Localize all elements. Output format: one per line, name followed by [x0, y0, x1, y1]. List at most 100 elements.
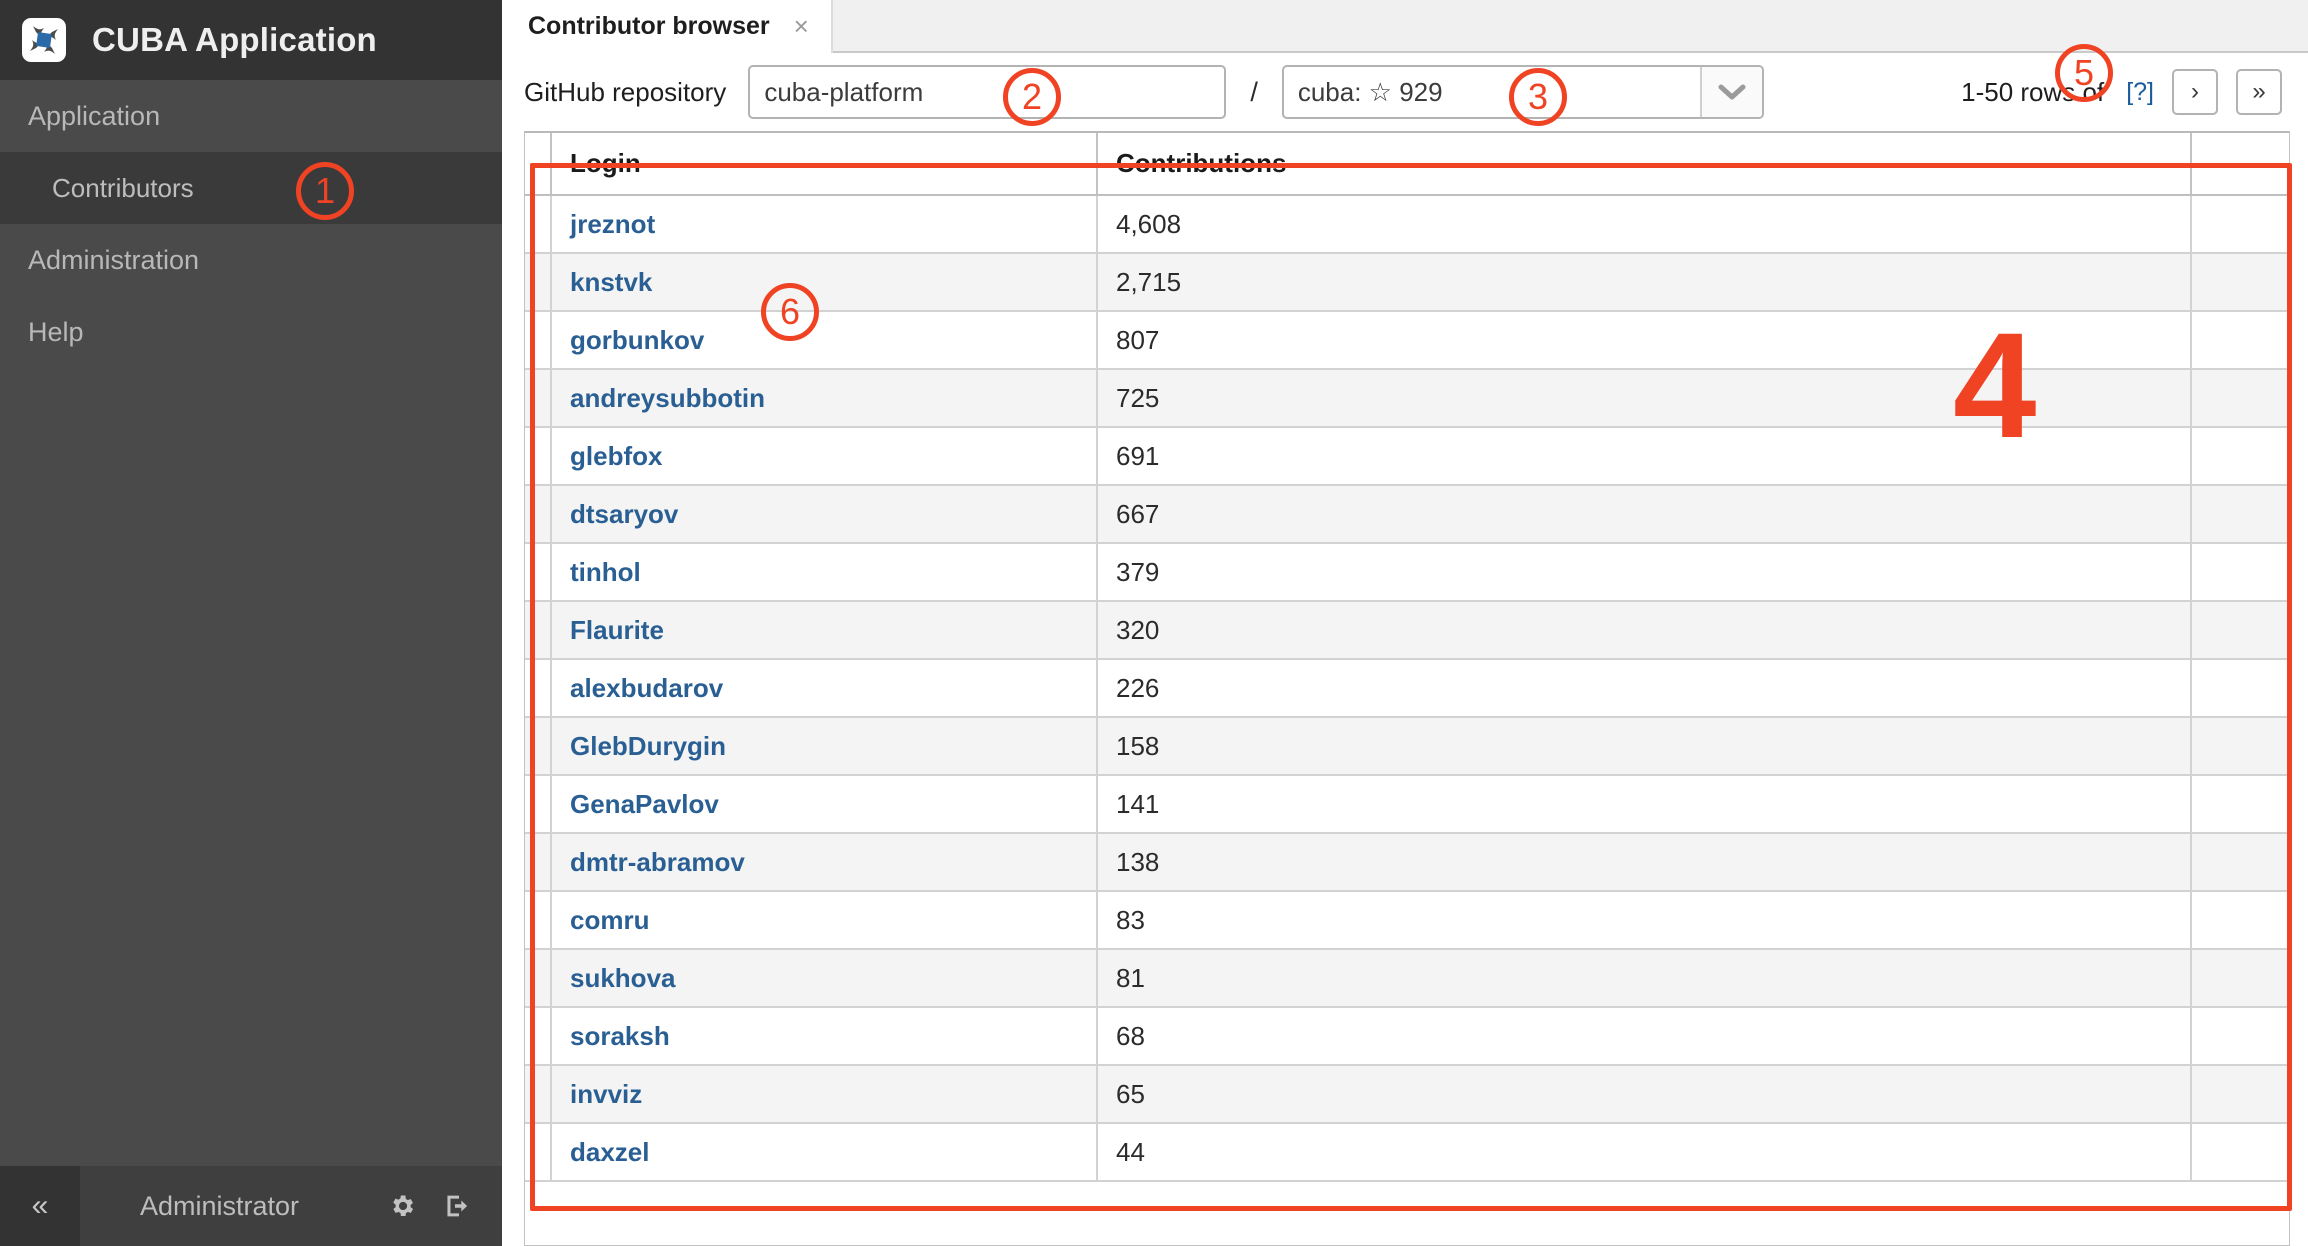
login-link[interactable]: knstvk: [570, 267, 652, 297]
login-link[interactable]: GlebDurygin: [570, 731, 726, 761]
row-marker-cell: [525, 601, 551, 659]
cell-spacer: [2191, 195, 2289, 253]
cell-spacer: [2191, 1065, 2289, 1123]
cell-contributions: 667: [1097, 485, 2191, 543]
table-row[interactable]: alexbudarov226: [525, 659, 2289, 717]
login-link[interactable]: soraksh: [570, 1021, 670, 1051]
login-link[interactable]: glebfox: [570, 441, 662, 471]
cell-spacer: [2191, 949, 2289, 1007]
chevron-double-left-icon[interactable]: «: [0, 1166, 80, 1246]
cell-contributions: 158: [1097, 717, 2191, 775]
login-link[interactable]: Flaurite: [570, 615, 664, 645]
sidebar: CUBA Application Application Contributor…: [0, 0, 502, 1246]
cell-contributions: 138: [1097, 833, 2191, 891]
table-header-row: Login Contributions: [525, 133, 2289, 195]
owner-input[interactable]: [748, 65, 1226, 119]
sidebar-item-help[interactable]: Help: [0, 296, 502, 368]
login-link[interactable]: jreznot: [570, 209, 655, 239]
row-marker-cell: [525, 1123, 551, 1181]
table-row[interactable]: Flaurite 320: [525, 601, 2289, 659]
row-marker-cell: [525, 253, 551, 311]
sidebar-menu: Application Contributors Administration …: [0, 80, 502, 1166]
sidebar-item-label: Administration: [28, 245, 199, 276]
cell-contributions: 691: [1097, 427, 2191, 485]
cell-contributions: 4,608: [1097, 195, 2191, 253]
table-row[interactable]: GenaPavlov 141: [525, 775, 2289, 833]
table-row[interactable]: sukhova 81: [525, 949, 2289, 1007]
cell-contributions: 81: [1097, 949, 2191, 1007]
row-marker-cell: [525, 717, 551, 775]
login-link[interactable]: andreysubbotin: [570, 383, 765, 413]
cell-spacer: [2191, 1123, 2289, 1181]
logout-icon[interactable]: [444, 1192, 474, 1220]
total-rows-link[interactable]: [?]: [2126, 78, 2154, 107]
login-link[interactable]: invviz: [570, 1079, 642, 1109]
repo-combobox[interactable]: cuba: ☆ 929: [1282, 65, 1764, 119]
table-row[interactable]: andreysubbotin725: [525, 369, 2289, 427]
chevron-down-icon[interactable]: [1700, 67, 1762, 117]
cell-login: sukhova: [551, 949, 1097, 1007]
login-link[interactable]: tinhol: [570, 557, 641, 587]
table-row[interactable]: dtsaryov 667: [525, 485, 2289, 543]
table-row[interactable]: soraksh 68: [525, 1007, 2289, 1065]
login-link[interactable]: gorbunkov: [570, 325, 704, 355]
table-row[interactable]: comru 83: [525, 891, 2289, 949]
row-marker-cell: [525, 427, 551, 485]
login-link[interactable]: dmtr-abramov: [570, 847, 745, 877]
column-header-login[interactable]: Login: [551, 133, 1097, 195]
cell-contributions: 83: [1097, 891, 2191, 949]
table-row[interactable]: tinhol379: [525, 543, 2289, 601]
table-body: jreznot4,608knstvk2,715gorbunkov807andre…: [525, 195, 2289, 1181]
close-icon[interactable]: ×: [794, 11, 809, 42]
main-area: Contributor browser × GitHub repository …: [502, 0, 2308, 1246]
table-row[interactable]: GlebDurygin 158: [525, 717, 2289, 775]
row-marker-cell: [525, 949, 551, 1007]
cell-spacer: [2191, 775, 2289, 833]
cell-spacer: [2191, 1007, 2289, 1065]
login-link[interactable]: dtsaryov: [570, 499, 678, 529]
row-marker-cell: [525, 485, 551, 543]
login-link[interactable]: comru: [570, 905, 649, 935]
cell-login: gorbunkov: [551, 311, 1097, 369]
tab-bar: Contributor browser ×: [502, 0, 2308, 53]
cell-contributions: 65: [1097, 1065, 2191, 1123]
cell-login: invviz: [551, 1065, 1097, 1123]
table-row[interactable]: gorbunkov807: [525, 311, 2289, 369]
login-link[interactable]: sukhova: [570, 963, 676, 993]
cell-login: jreznot: [551, 195, 1097, 253]
column-header-contributions[interactable]: Contributions: [1097, 133, 2191, 195]
cell-spacer: [2191, 543, 2289, 601]
login-link[interactable]: daxzel: [570, 1137, 650, 1167]
cell-contributions: 141: [1097, 775, 2191, 833]
cell-login: dmtr-abramov: [551, 833, 1097, 891]
login-link[interactable]: GenaPavlov: [570, 789, 719, 819]
sidebar-item-application[interactable]: Application: [0, 80, 502, 152]
table-row[interactable]: glebfox 691: [525, 427, 2289, 485]
cell-login: andreysubbotin: [551, 369, 1097, 427]
current-user-label: Administrator: [140, 1191, 299, 1222]
cell-login: dtsaryov: [551, 485, 1097, 543]
last-page-button[interactable]: »: [2236, 69, 2282, 115]
tab-label: Contributor browser: [528, 12, 770, 41]
table-row[interactable]: dmtr-abramov 138: [525, 833, 2289, 891]
cell-spacer: [2191, 717, 2289, 775]
row-marker-cell: [525, 543, 551, 601]
sidebar-item-contributors[interactable]: Contributors: [0, 152, 502, 224]
tab-contributor-browser[interactable]: Contributor browser ×: [502, 0, 833, 53]
table-row[interactable]: invviz 65: [525, 1065, 2289, 1123]
cell-contributions: 68: [1097, 1007, 2191, 1065]
table-row[interactable]: jreznot 4,608: [525, 195, 2289, 253]
cell-contributions: 2,715: [1097, 253, 2191, 311]
next-page-button[interactable]: ›: [2172, 69, 2218, 115]
sidebar-item-administration[interactable]: Administration: [0, 224, 502, 296]
table-row[interactable]: daxzel44: [525, 1123, 2289, 1181]
login-link[interactable]: alexbudarov: [570, 673, 723, 703]
cell-spacer: [2191, 427, 2289, 485]
gear-icon[interactable]: [388, 1192, 416, 1220]
cell-login: comru: [551, 891, 1097, 949]
cell-login: GenaPavlov: [551, 775, 1097, 833]
table-row[interactable]: knstvk 2,715: [525, 253, 2289, 311]
cell-spacer: [2191, 485, 2289, 543]
row-marker-cell: [525, 311, 551, 369]
cell-contributions: 320: [1097, 601, 2191, 659]
